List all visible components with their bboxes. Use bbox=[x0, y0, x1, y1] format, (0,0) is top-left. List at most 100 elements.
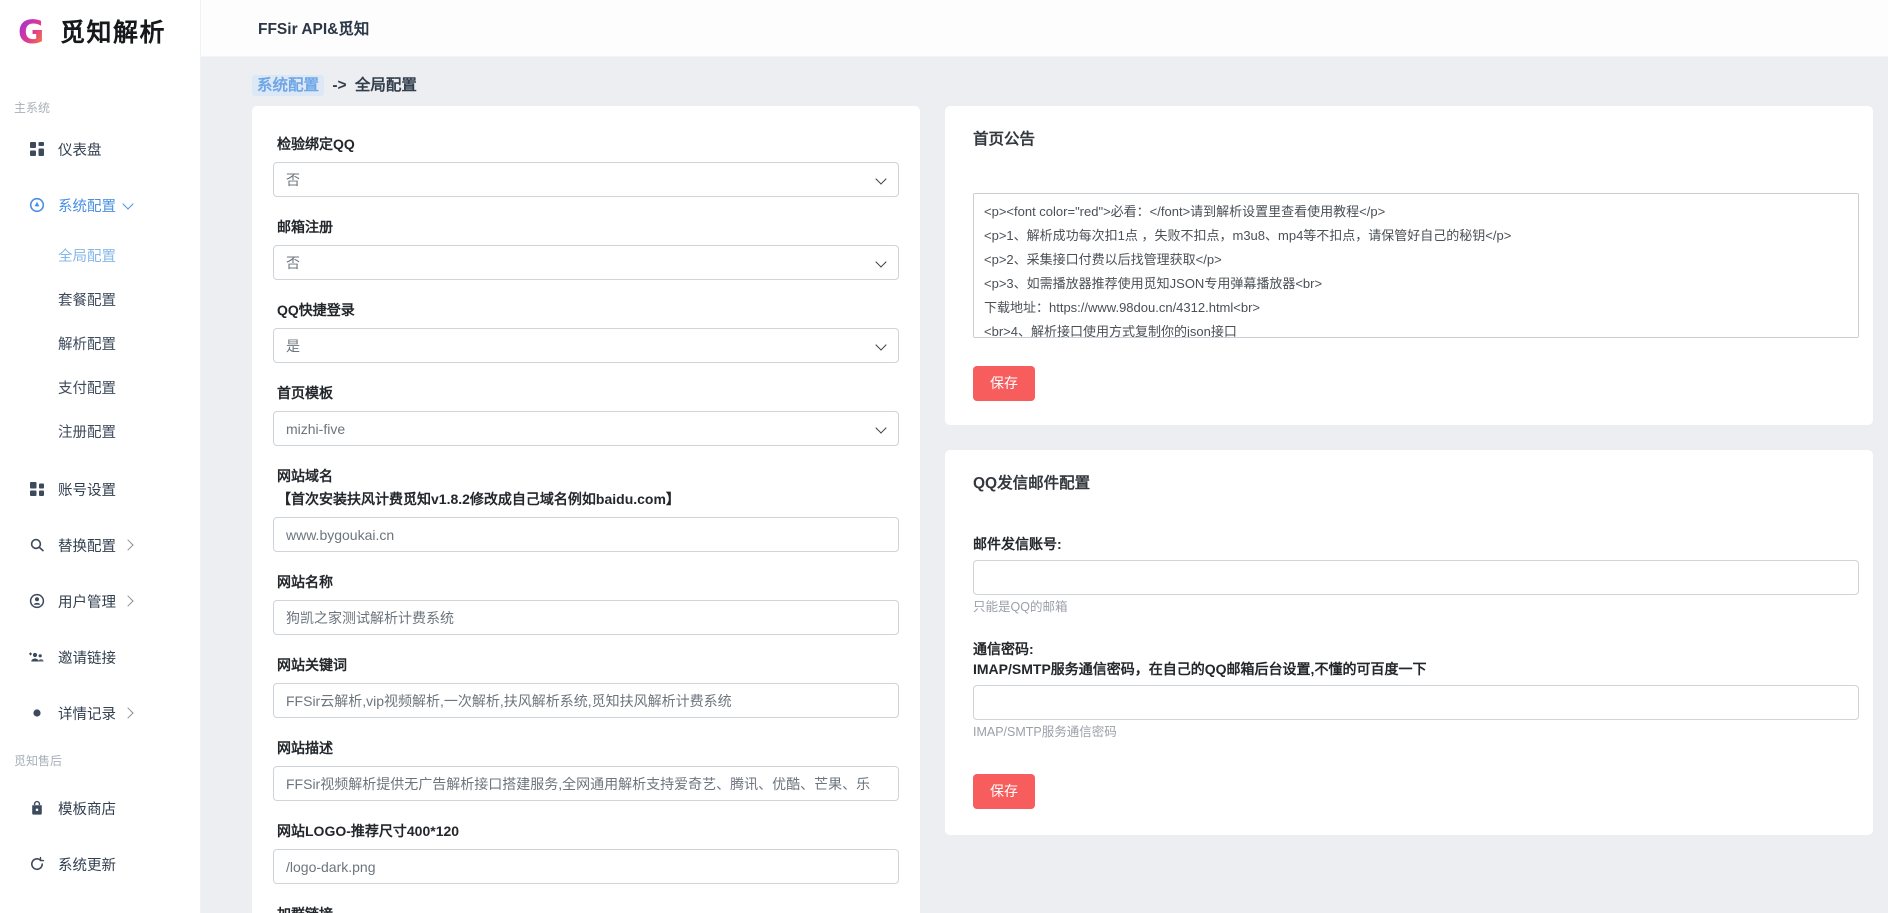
brand-wordmark: 觅知解析 bbox=[60, 13, 166, 49]
sidebar-subitem-label: 支付配置 bbox=[58, 377, 116, 398]
field-label: 网站名称 bbox=[273, 572, 899, 592]
announcement-textarea[interactable]: <p><font color="red">必看：</font>请到解析设置里查看… bbox=[973, 193, 1859, 338]
svg-text:G: G bbox=[18, 13, 44, 49]
global-config-form-card: 检验绑定QQ 否 邮箱注册 否 QQ快捷登录 是 首页模板 mizhi-five bbox=[252, 106, 920, 913]
search-replace-icon bbox=[28, 537, 45, 554]
form-group-site-logo: 网站LOGO-推荐尺寸400*120 bbox=[273, 821, 899, 884]
chevron-down-icon bbox=[875, 339, 886, 350]
dashboard-grid-icon bbox=[28, 141, 45, 158]
shop-bag-icon bbox=[28, 800, 45, 817]
sidebar-item-label: 仪表盘 bbox=[58, 139, 102, 160]
breadcrumb: 系统配置 -> 全局配置 bbox=[252, 73, 417, 95]
form-group-check-bind-qq: 检验绑定QQ 否 bbox=[273, 134, 899, 197]
sidebar-subitem-parse-config[interactable]: 解析配置 bbox=[0, 321, 200, 365]
page-title: FFSir API&觅知 bbox=[258, 17, 369, 39]
sidebar-subitem-label: 全局配置 bbox=[58, 245, 116, 266]
system-config-submenu: 全局配置 套餐配置 解析配置 支付配置 注册配置 bbox=[0, 233, 200, 453]
mail-card-title: QQ发信邮件配置 bbox=[973, 474, 1859, 494]
field-sublabel: 【首次安装扶风计费觅知v1.8.2修改成自己域名例如baidu.com】 bbox=[273, 489, 899, 509]
field-label: 网站描述 bbox=[273, 738, 899, 758]
record-dot-icon bbox=[28, 705, 45, 722]
chevron-down-icon bbox=[875, 173, 886, 184]
invite-users-icon bbox=[28, 649, 45, 666]
sidebar-item-label: 替换配置 bbox=[58, 535, 116, 556]
sidebar-subitem-label: 注册配置 bbox=[58, 421, 116, 442]
mail-save-button[interactable]: 保存 bbox=[973, 774, 1035, 809]
form-group-group-link: 加群链接 bbox=[273, 904, 899, 913]
sidebar-item-label: 详情记录 bbox=[58, 703, 116, 724]
form-group-mail-account: 邮件发信账号: 只能是QQ的邮箱 bbox=[973, 534, 1859, 615]
sidebar-item-template-shop[interactable]: 模板商店 bbox=[0, 780, 200, 836]
site-name-input[interactable] bbox=[273, 600, 899, 635]
breadcrumb-current: 全局配置 bbox=[355, 77, 417, 94]
field-label: 网站域名 bbox=[273, 466, 899, 486]
form-group-email-register: 邮箱注册 否 bbox=[273, 217, 899, 280]
sidebar-subitem-global-config[interactable]: 全局配置 bbox=[0, 233, 200, 277]
select-value: 否 bbox=[286, 170, 300, 190]
chevron-down-icon bbox=[875, 422, 886, 433]
site-keywords-input[interactable] bbox=[273, 683, 899, 718]
select-value: mizhi-five bbox=[286, 421, 345, 437]
sidebar: G 觅知解析 主系统 仪表盘 系统配置 全局配 bbox=[0, 0, 201, 913]
announcement-card-title: 首页公告 bbox=[973, 130, 1859, 150]
sidebar-subitem-label: 套餐配置 bbox=[58, 289, 116, 310]
email-register-select[interactable]: 否 bbox=[273, 245, 899, 280]
form-group-site-domain: 网站域名 【首次安装扶风计费觅知v1.8.2修改成自己域名例如baidu.com… bbox=[273, 466, 899, 552]
home-template-select[interactable]: mizhi-five bbox=[273, 411, 899, 446]
sidebar-subitem-payment-config[interactable]: 支付配置 bbox=[0, 365, 200, 409]
form-group-site-keywords: 网站关键词 bbox=[273, 655, 899, 718]
app-window: G 觅知解析 主系统 仪表盘 系统配置 全局配 bbox=[0, 0, 1888, 913]
sidebar-item-system-config[interactable]: 系统配置 bbox=[0, 177, 200, 233]
sidebar-item-label: 账号设置 bbox=[58, 479, 116, 500]
mail-password-input[interactable] bbox=[973, 685, 1859, 720]
site-logo-input[interactable] bbox=[273, 849, 899, 884]
sidebar-item-system-update[interactable]: 系统更新 bbox=[0, 836, 200, 892]
sidebar-item-user-management[interactable]: 用户管理 bbox=[0, 573, 200, 629]
sidebar-item-label: 系统配置 bbox=[58, 195, 116, 216]
breadcrumb-parent-link[interactable]: 系统配置 bbox=[252, 75, 324, 96]
sidebar-subitem-register-config[interactable]: 注册配置 bbox=[0, 409, 200, 453]
form-group-home-template: 首页模板 mizhi-five bbox=[273, 383, 899, 446]
field-label: 邮箱注册 bbox=[273, 217, 899, 237]
sidebar-section-label-main: 主系统 bbox=[14, 99, 50, 116]
sidebar-item-label: 用户管理 bbox=[58, 591, 116, 612]
brand-logo[interactable]: G 觅知解析 bbox=[0, 0, 200, 57]
field-label: 网站LOGO-推荐尺寸400*120 bbox=[273, 821, 899, 841]
mail-password-hint: IMAP/SMTP服务通信密码 bbox=[973, 725, 1859, 740]
logo-g-icon: G bbox=[17, 13, 53, 49]
form-group-qq-quick-login: QQ快捷登录 是 bbox=[273, 300, 899, 363]
sidebar-subitem-label: 解析配置 bbox=[58, 333, 116, 354]
sidebar-subitem-package-config[interactable]: 套餐配置 bbox=[0, 277, 200, 321]
check-bind-qq-select[interactable]: 否 bbox=[273, 162, 899, 197]
mail-account-hint: 只能是QQ的邮箱 bbox=[973, 600, 1859, 615]
sidebar-item-account-settings[interactable]: 账号设置 bbox=[0, 461, 200, 517]
sidebar-item-dashboard[interactable]: 仪表盘 bbox=[0, 121, 200, 177]
field-label: 网站关键词 bbox=[273, 655, 899, 675]
field-label: 加群链接 bbox=[273, 904, 899, 913]
site-domain-input[interactable] bbox=[273, 517, 899, 552]
mail-account-input[interactable] bbox=[973, 560, 1859, 595]
qq-quick-login-select[interactable]: 是 bbox=[273, 328, 899, 363]
form-group-mail-password: 通信密码: IMAP/SMTP服务通信密码，在自己的QQ邮箱后台设置,不懂的可百… bbox=[973, 639, 1859, 740]
refresh-icon bbox=[28, 856, 45, 873]
field-sublabel: IMAP/SMTP服务通信密码，在自己的QQ邮箱后台设置,不懂的可百度一下 bbox=[973, 659, 1859, 679]
sidebar-item-replace-config[interactable]: 替换配置 bbox=[0, 517, 200, 573]
chevron-down-icon bbox=[875, 256, 886, 267]
form-group-site-description: 网站描述 bbox=[273, 738, 899, 801]
site-description-input[interactable] bbox=[273, 766, 899, 801]
system-config-icon bbox=[28, 197, 45, 214]
sidebar-section-label-aftersale: 觅知售后 bbox=[0, 741, 200, 769]
announcement-save-button[interactable]: 保存 bbox=[973, 366, 1035, 401]
form-group-site-name: 网站名称 bbox=[273, 572, 899, 635]
account-grid-icon bbox=[28, 481, 45, 498]
qq-mail-config-card: QQ发信邮件配置 邮件发信账号: 只能是QQ的邮箱 通信密码: IMAP/SMT… bbox=[945, 450, 1873, 835]
field-label: QQ快捷登录 bbox=[273, 300, 899, 320]
sidebar-item-invite-link[interactable]: 邀请链接 bbox=[0, 629, 200, 685]
chevron-right-icon bbox=[122, 707, 133, 718]
field-label: 检验绑定QQ bbox=[273, 134, 899, 154]
top-header-bar: FFSir API&觅知 bbox=[200, 0, 1888, 57]
breadcrumb-arrow: -> bbox=[332, 77, 346, 94]
chevron-right-icon bbox=[122, 539, 133, 550]
sidebar-item-detail-records[interactable]: 详情记录 bbox=[0, 685, 200, 741]
home-announcement-card: 首页公告 <p><font color="red">必看：</font>请到解析… bbox=[945, 106, 1873, 425]
